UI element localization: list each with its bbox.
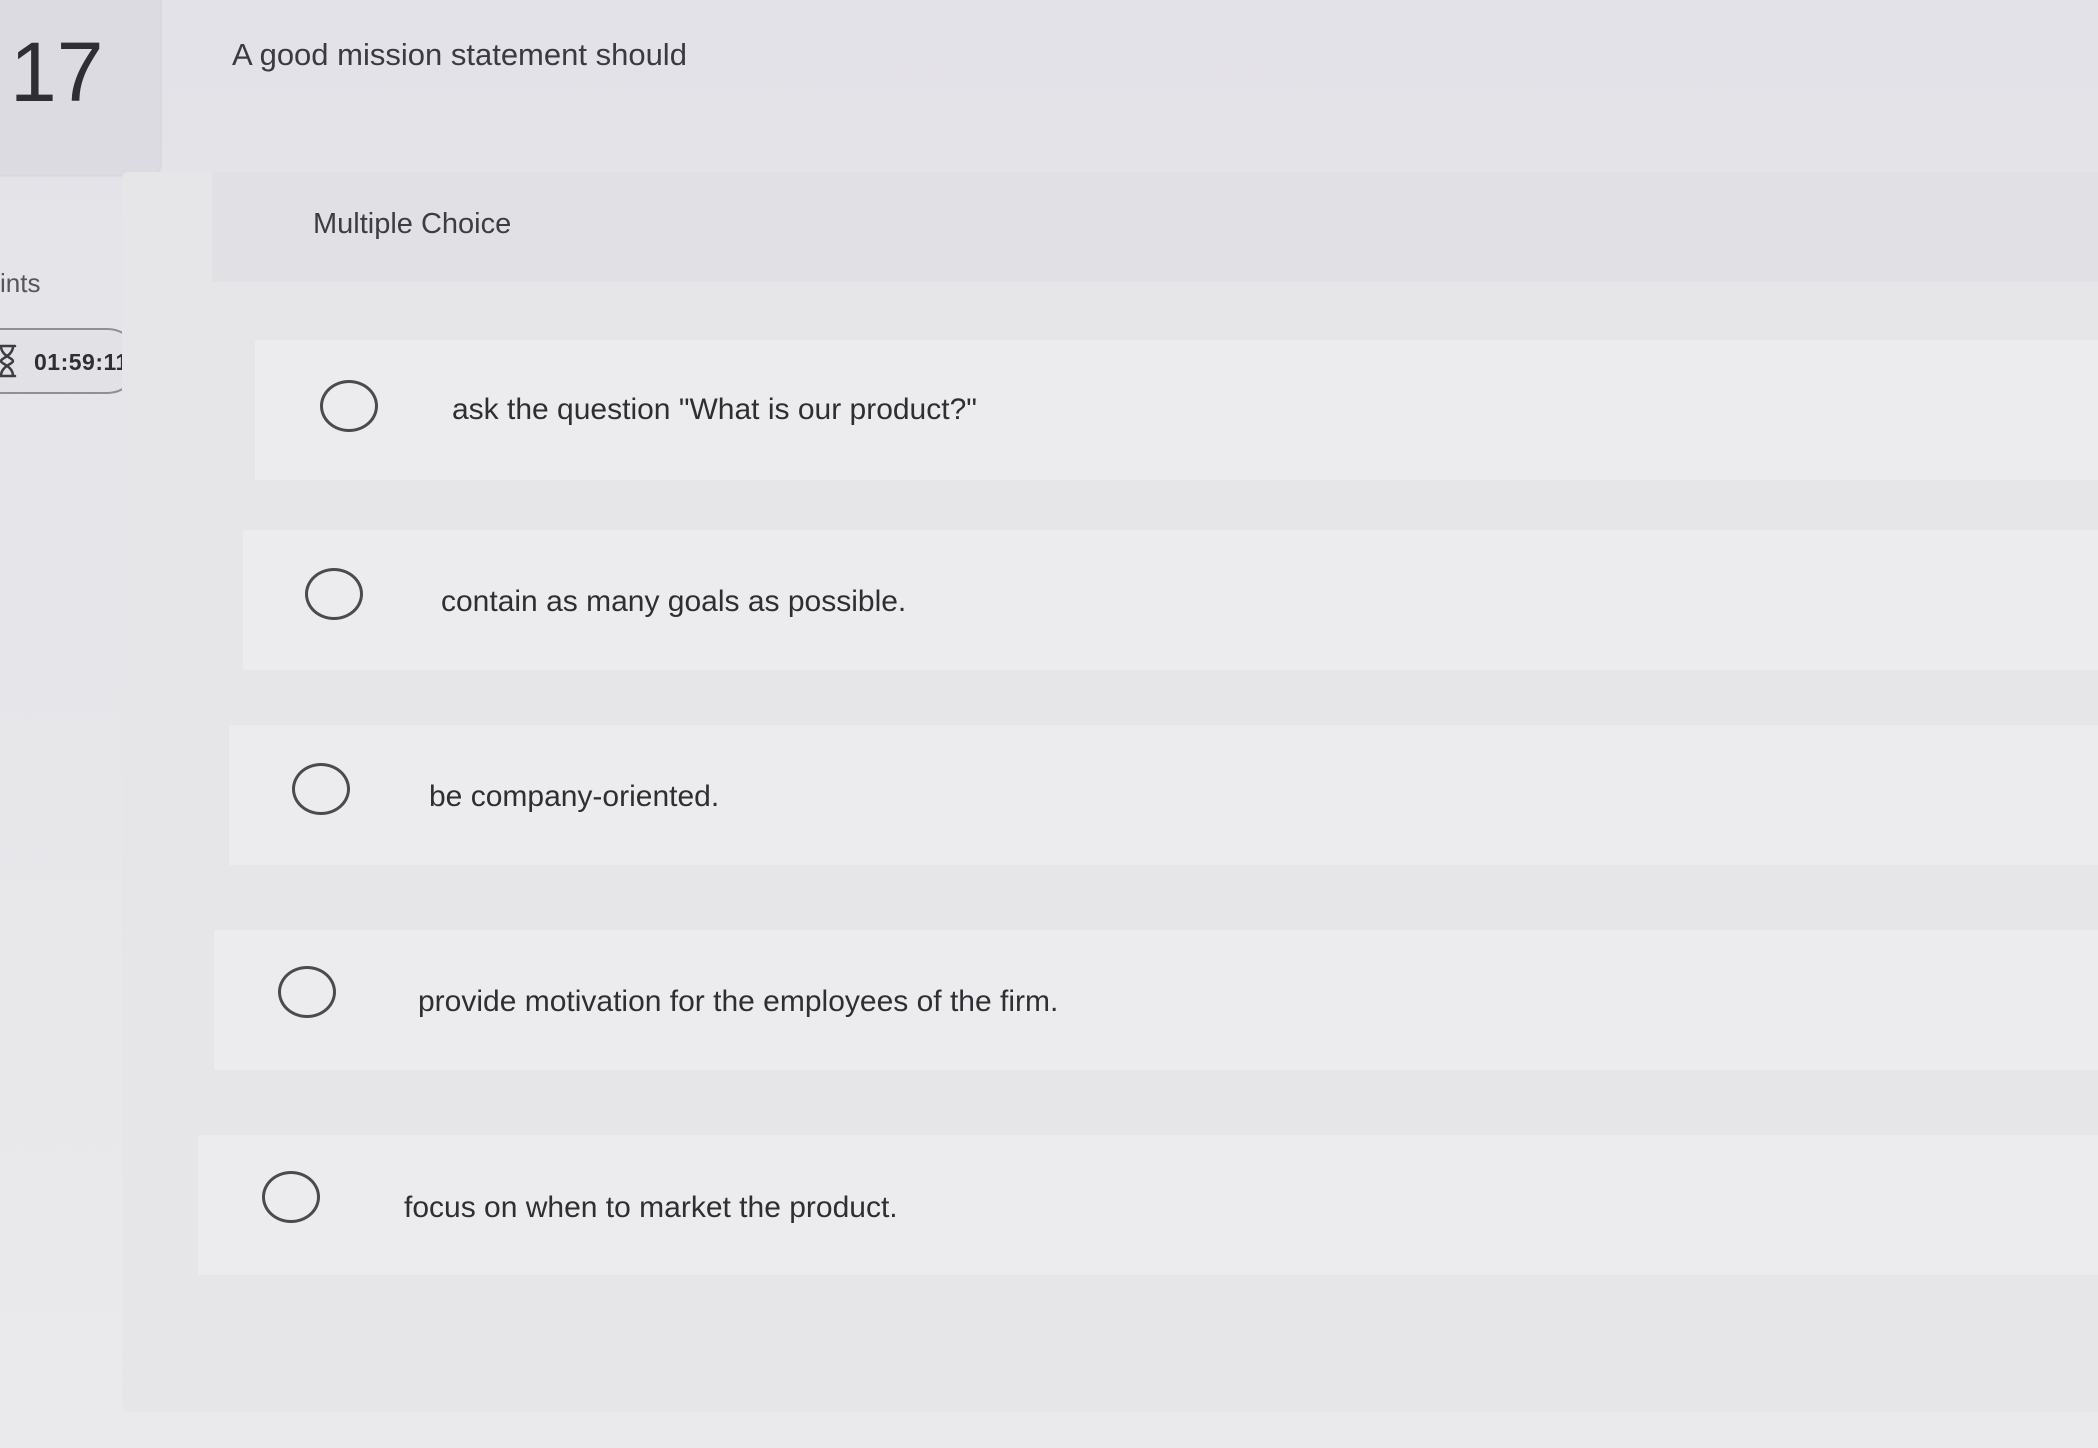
choice-option-2[interactable]: contain as many goals as possible. — [243, 530, 2098, 670]
choice-label-3: be company-oriented. — [429, 780, 720, 813]
question-number: 17 — [10, 25, 104, 119]
choice-label-2: contain as many goals as possible. — [441, 585, 907, 618]
choice-option-1[interactable]: ask the question "What is our product?" — [255, 340, 2098, 480]
radio-button-4[interactable] — [278, 966, 336, 1018]
choice-option-5[interactable]: focus on when to market the product. — [198, 1135, 2098, 1275]
choice-option-4[interactable]: provide motivation for the employees of … — [214, 930, 2098, 1070]
radio-button-2[interactable] — [305, 568, 363, 620]
radio-button-5[interactable] — [262, 1171, 320, 1223]
radio-button-1[interactable] — [320, 380, 378, 432]
question-number-box: 17 — [0, 0, 160, 175]
question-text: A good mission statement should — [232, 37, 687, 72]
choice-option-3[interactable]: be company-oriented. — [229, 725, 2098, 865]
points-label: ints — [0, 268, 41, 298]
timer-text: 01:59:11 — [34, 349, 129, 375]
choice-label-1: ask the question "What is our product?" — [452, 393, 977, 426]
choice-label-5: focus on when to market the product. — [404, 1191, 898, 1224]
hourglass-icon — [0, 344, 17, 378]
timer-pill[interactable]: 01:59:11 — [0, 328, 140, 394]
multiple-choice-label: Multiple Choice — [313, 208, 512, 240]
radio-button-3[interactable] — [292, 763, 350, 815]
choice-label-4: provide motivation for the employees of … — [418, 985, 1059, 1018]
